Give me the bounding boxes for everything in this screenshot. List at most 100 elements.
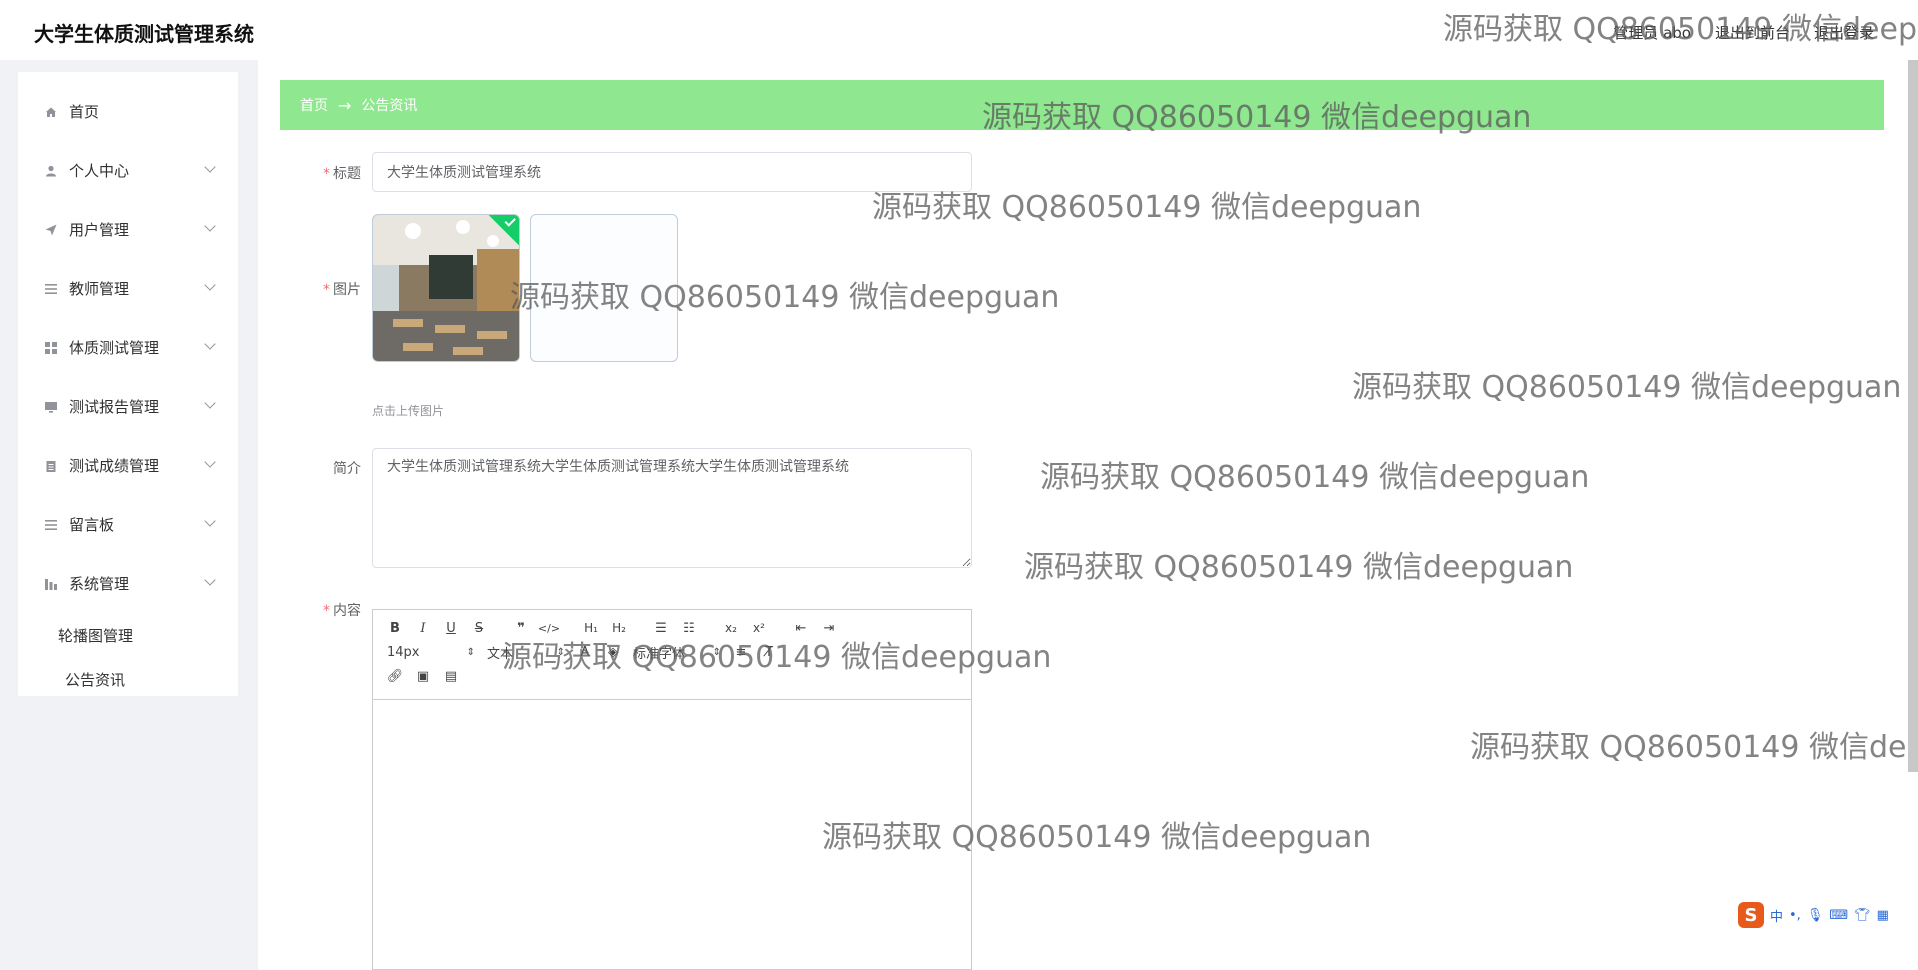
strikethrough-icon[interactable]: S [465, 616, 493, 640]
chevron-down-icon [204, 456, 216, 468]
logout-link[interactable]: 退出登录 [1814, 22, 1874, 43]
arrow-right-icon: → [338, 95, 352, 115]
chevron-down-icon [204, 397, 216, 409]
ime-logo: S [1738, 902, 1764, 928]
image-upload-button[interactable] [530, 214, 678, 362]
top-header: 大学生体质测试管理系统 管理员 abo 退出到前台 退出登录 [0, 0, 1918, 60]
sidebar-menu: 首页 个人中心 用户管理 教师管理 体质测试管理 测试报告管理 测试成绩管理 留… [18, 72, 238, 696]
sidebar-item-fitness-test-management[interactable]: 体质测试管理 [18, 318, 238, 377]
select-arrows-icon: ⇕ [556, 646, 565, 658]
required-asterisk: * [323, 282, 330, 298]
main-content: 首页 → 公告资讯 *标题 *图片 点击上传图片 简介 大学生体质测试管理系统大… [258, 60, 1918, 970]
sidebar-item-home[interactable]: 首页 [18, 82, 238, 141]
sidebar-item-teacher-management[interactable]: 教师管理 [18, 259, 238, 318]
ordered-list-icon[interactable]: ☰ [647, 616, 675, 640]
app-title: 大学生体质测试管理系统 [34, 22, 254, 46]
font-family-select[interactable]: 标准字体 ⇕ [627, 640, 727, 664]
list-icon [45, 283, 57, 295]
font-color-icon[interactable]: A [571, 640, 599, 664]
grid-icon[interactable]: ▦ [1877, 908, 1889, 923]
clear-format-icon[interactable]: T̸ [755, 640, 783, 664]
sidebar-item-system-management[interactable]: 系统管理 [18, 554, 238, 613]
sidebar-item-label: 留言板 [69, 516, 115, 534]
send-icon [45, 224, 57, 236]
title-input[interactable] [372, 152, 972, 192]
sidebar-subitem-label: 公告资讯 [65, 670, 126, 689]
check-icon [504, 215, 516, 227]
heading1-icon[interactable]: H₁ [577, 616, 605, 640]
list-icon [45, 519, 57, 531]
upload-tip: 点击上传图片 [372, 404, 445, 418]
breadcrumb-home-link[interactable]: 首页 [300, 95, 328, 115]
required-asterisk: * [323, 603, 330, 619]
align-icon[interactable]: ≡ [727, 640, 755, 664]
page-scrollbar[interactable] [1908, 60, 1918, 772]
grid-icon [45, 341, 57, 354]
keyboard-icon[interactable]: ⌨ [1829, 908, 1848, 923]
editor-content-area[interactable] [373, 700, 971, 970]
intro-label: 简介 [333, 461, 361, 477]
back-to-front-link[interactable]: 退出到前台 [1715, 22, 1790, 43]
sidebar-subitem-label: 轮播图管理 [58, 626, 134, 645]
bullet-list-icon[interactable]: ☷ [675, 616, 703, 640]
home-icon [45, 106, 57, 118]
breadcrumb: 首页 → 公告资讯 [280, 80, 1884, 130]
link-icon[interactable]: 🔗︎ [381, 664, 409, 688]
indent-icon[interactable]: ⇥ [815, 616, 843, 640]
font-size-select[interactable]: 14px ⇕ [381, 640, 481, 664]
top-links: 管理员 abo 退出到前台 退出登录 [1613, 22, 1874, 43]
blockquote-icon[interactable]: ❞ [507, 616, 535, 640]
sidebar-item-test-report-management[interactable]: 测试报告管理 [18, 377, 238, 436]
italic-icon[interactable]: I [409, 616, 437, 640]
underline-icon[interactable]: U [437, 616, 465, 640]
chevron-down-icon [204, 338, 216, 350]
monitor-icon [45, 401, 57, 413]
sidebar-item-test-score-management[interactable]: 测试成绩管理 [18, 436, 238, 495]
sidebar-item-label: 个人中心 [69, 162, 130, 180]
classroom-photo [373, 215, 519, 361]
sidebar-item-message-board[interactable]: 留言板 [18, 495, 238, 554]
user-icon [45, 165, 57, 177]
rich-text-editor: B I U S ❞ </> H₁ H₂ ☰ ☷ x₂ x² ⇤ ⇥ 14px ⇕… [372, 609, 972, 970]
code-icon[interactable]: </> [535, 616, 563, 640]
text-style-select[interactable]: 文本 ⇕ [481, 640, 571, 664]
required-asterisk: * [323, 166, 330, 182]
ime-toolbar[interactable]: S 中 •, 🎙︎ ⌨ 👕︎ ▦ [1734, 898, 1918, 932]
video-icon[interactable]: ▤ [437, 664, 465, 688]
ime-language[interactable]: 中 [1770, 906, 1783, 925]
sidebar-subitem-announcements[interactable]: 公告资讯 [18, 657, 238, 701]
intro-textarea[interactable]: 大学生体质测试管理系统大学生体质测试管理系统大学生体质测试管理系统 [372, 448, 972, 568]
sidebar-item-personal-center[interactable]: 个人中心 [18, 141, 238, 200]
skin-icon[interactable]: 👕︎ [1854, 908, 1871, 923]
clipboard-icon [45, 460, 57, 472]
sidebar-item-label: 系统管理 [69, 575, 130, 593]
chevron-down-icon [204, 515, 216, 527]
sidebar-item-label: 教师管理 [69, 280, 130, 298]
picture-label: * 图片 [323, 282, 361, 298]
heading2-icon[interactable]: H₂ [605, 616, 633, 640]
image-icon[interactable]: ▣ [409, 664, 437, 688]
chevron-down-icon [204, 220, 216, 232]
editor-toolbar: B I U S ❞ </> H₁ H₂ ☰ ☷ x₂ x² ⇤ ⇥ 14px ⇕… [373, 610, 971, 700]
chevron-down-icon [204, 279, 216, 291]
punctuation-icon[interactable]: •, [1789, 908, 1801, 923]
select-arrows-icon: ⇕ [466, 646, 475, 658]
subscript-icon[interactable]: x₂ [717, 616, 745, 640]
chevron-down-icon [204, 574, 216, 586]
breadcrumb-current: 公告资讯 [361, 98, 418, 114]
uploaded-image-thumbnail[interactable] [372, 214, 520, 362]
title-label: * 标题 [323, 166, 361, 182]
bold-icon[interactable]: B [381, 616, 409, 640]
microphone-icon[interactable]: 🎙︎ [1807, 908, 1824, 923]
sidebar-item-label: 测试成绩管理 [69, 457, 160, 475]
superscript-icon[interactable]: x² [745, 616, 773, 640]
chevron-down-icon [204, 161, 216, 173]
outdent-icon[interactable]: ⇤ [787, 616, 815, 640]
sidebar-item-user-management[interactable]: 用户管理 [18, 200, 238, 259]
highlight-icon[interactable]: ◈ [599, 640, 627, 664]
sidebar-subitem-carousel-management[interactable]: 轮播图管理 [18, 613, 238, 657]
sidebar-item-label: 测试报告管理 [69, 398, 160, 416]
content-label: * 内容 [323, 603, 361, 619]
sidebar-item-label: 首页 [69, 103, 100, 121]
select-arrows-icon: ⇕ [712, 646, 721, 658]
